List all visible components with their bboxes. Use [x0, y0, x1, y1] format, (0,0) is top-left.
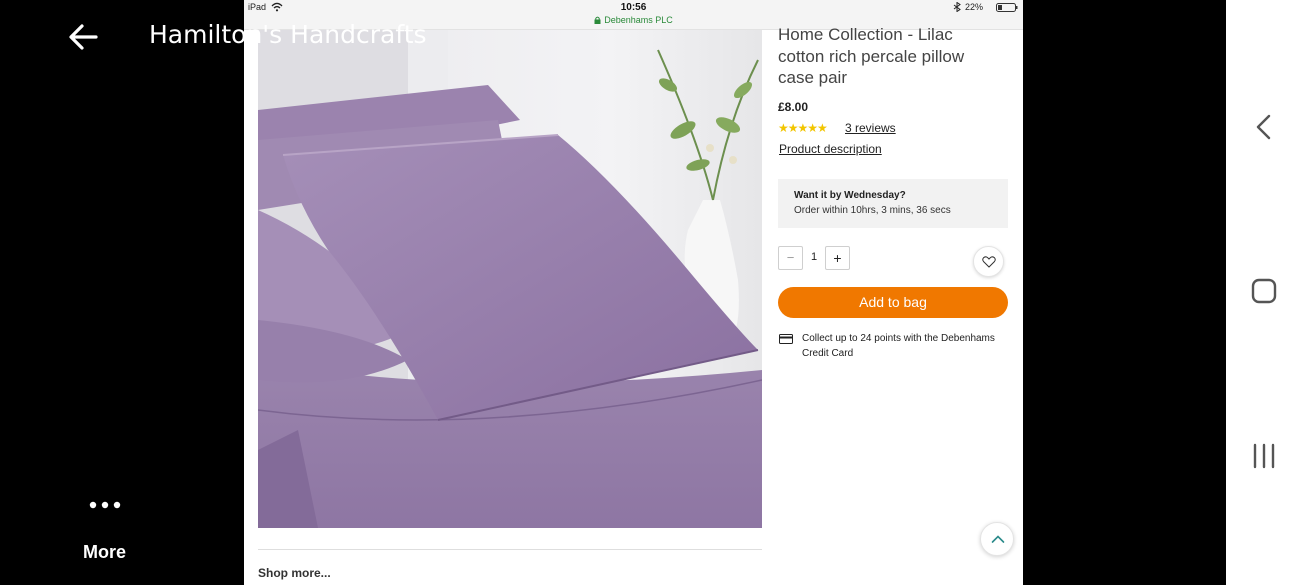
nav-home-icon[interactable]	[1251, 278, 1277, 304]
quantity-increase-button[interactable]: +	[825, 246, 850, 270]
quantity-decrease-button[interactable]: −	[778, 246, 803, 270]
status-time: 10:56	[620, 2, 647, 13]
chevron-up-icon	[991, 535, 1005, 543]
nav-recent-apps-icon[interactable]	[1251, 443, 1277, 469]
ipad-screenshot: iPad 10:56 Debenhams PLC 22% Shop more..…	[244, 0, 1023, 585]
delivery-info-box: Want it by Wednesday? Order within 10hrs…	[778, 179, 1008, 228]
add-to-bag-button[interactable]: Add to bag	[778, 287, 1008, 318]
site-url-text: Debenhams PLC	[604, 15, 673, 25]
delivery-countdown: Order within 10hrs, 3 mins, 36 secs	[794, 205, 951, 216]
credit-card-points-text: Collect up to 24 points with the Debenha…	[802, 333, 995, 359]
product-photo-lilac-pillows	[258, 30, 762, 528]
shop-more-link[interactable]: Shop more...	[258, 566, 331, 580]
nav-back-icon[interactable]	[1252, 114, 1276, 140]
product-image[interactable]	[258, 30, 762, 528]
rating-stars: ★★★★★	[778, 121, 828, 135]
delivery-heading: Want it by Wednesday?	[794, 190, 906, 201]
divider	[258, 549, 762, 550]
arrow-left-icon[interactable]	[66, 20, 100, 54]
scroll-to-top-button[interactable]	[980, 522, 1014, 556]
product-title: Home Collection - Lilac cotton rich perc…	[778, 25, 965, 87]
product-description-link[interactable]: Product description	[779, 142, 882, 156]
lock-icon	[594, 16, 601, 24]
heart-icon	[982, 256, 996, 268]
product-price: £8.00	[778, 100, 809, 114]
battery-icon	[996, 3, 1018, 12]
quantity-value[interactable]: 1	[807, 251, 821, 263]
more-dots-icon[interactable]	[88, 496, 122, 514]
wishlist-button[interactable]	[973, 246, 1004, 277]
battery-percent: 22%	[965, 2, 984, 12]
reviews-link[interactable]: 3 reviews	[845, 121, 896, 135]
more-label[interactable]: More	[83, 542, 126, 563]
credit-card-icon	[779, 334, 793, 344]
viewer-title: Hamilton's Handcrafts	[149, 20, 427, 49]
bluetooth-icon	[953, 2, 961, 12]
